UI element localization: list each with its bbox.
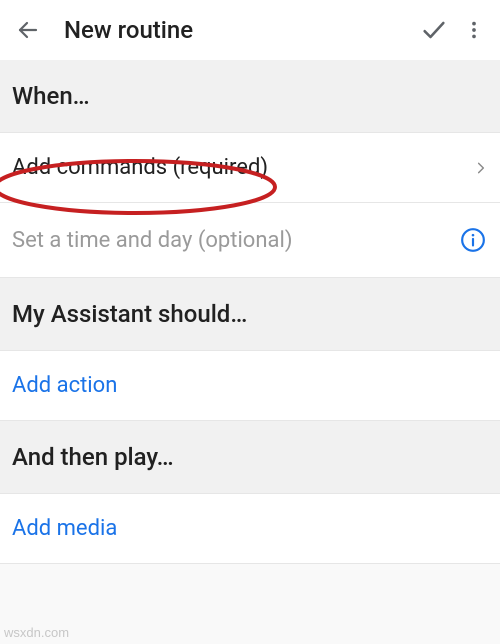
add-media-row[interactable]: Add media — [0, 494, 500, 564]
overflow-menu-button[interactable] — [456, 8, 492, 52]
add-media-label: Add media — [12, 516, 488, 541]
add-commands-label: Add commands (required) — [12, 155, 474, 180]
chevron-right-icon — [474, 157, 488, 179]
back-arrow-icon — [16, 18, 40, 42]
set-time-label: Set a time and day (optional) — [12, 228, 458, 253]
add-commands-row[interactable]: Add commands (required) — [0, 133, 500, 203]
section-then: And then play… — [0, 421, 500, 494]
back-button[interactable] — [8, 10, 48, 50]
section-when: When… — [0, 60, 500, 133]
confirm-button[interactable] — [412, 8, 456, 52]
page-title: New routine — [64, 16, 412, 44]
more-vert-icon — [463, 19, 485, 41]
section-assistant: My Assistant should… — [0, 278, 500, 351]
watermark-text: wsxdn.com — [4, 625, 69, 640]
add-action-label: Add action — [12, 373, 488, 398]
info-icon[interactable] — [458, 225, 488, 255]
set-time-row[interactable]: Set a time and day (optional) — [0, 203, 500, 278]
check-icon — [420, 16, 448, 44]
add-action-row[interactable]: Add action — [0, 351, 500, 421]
app-toolbar: New routine — [0, 0, 500, 60]
